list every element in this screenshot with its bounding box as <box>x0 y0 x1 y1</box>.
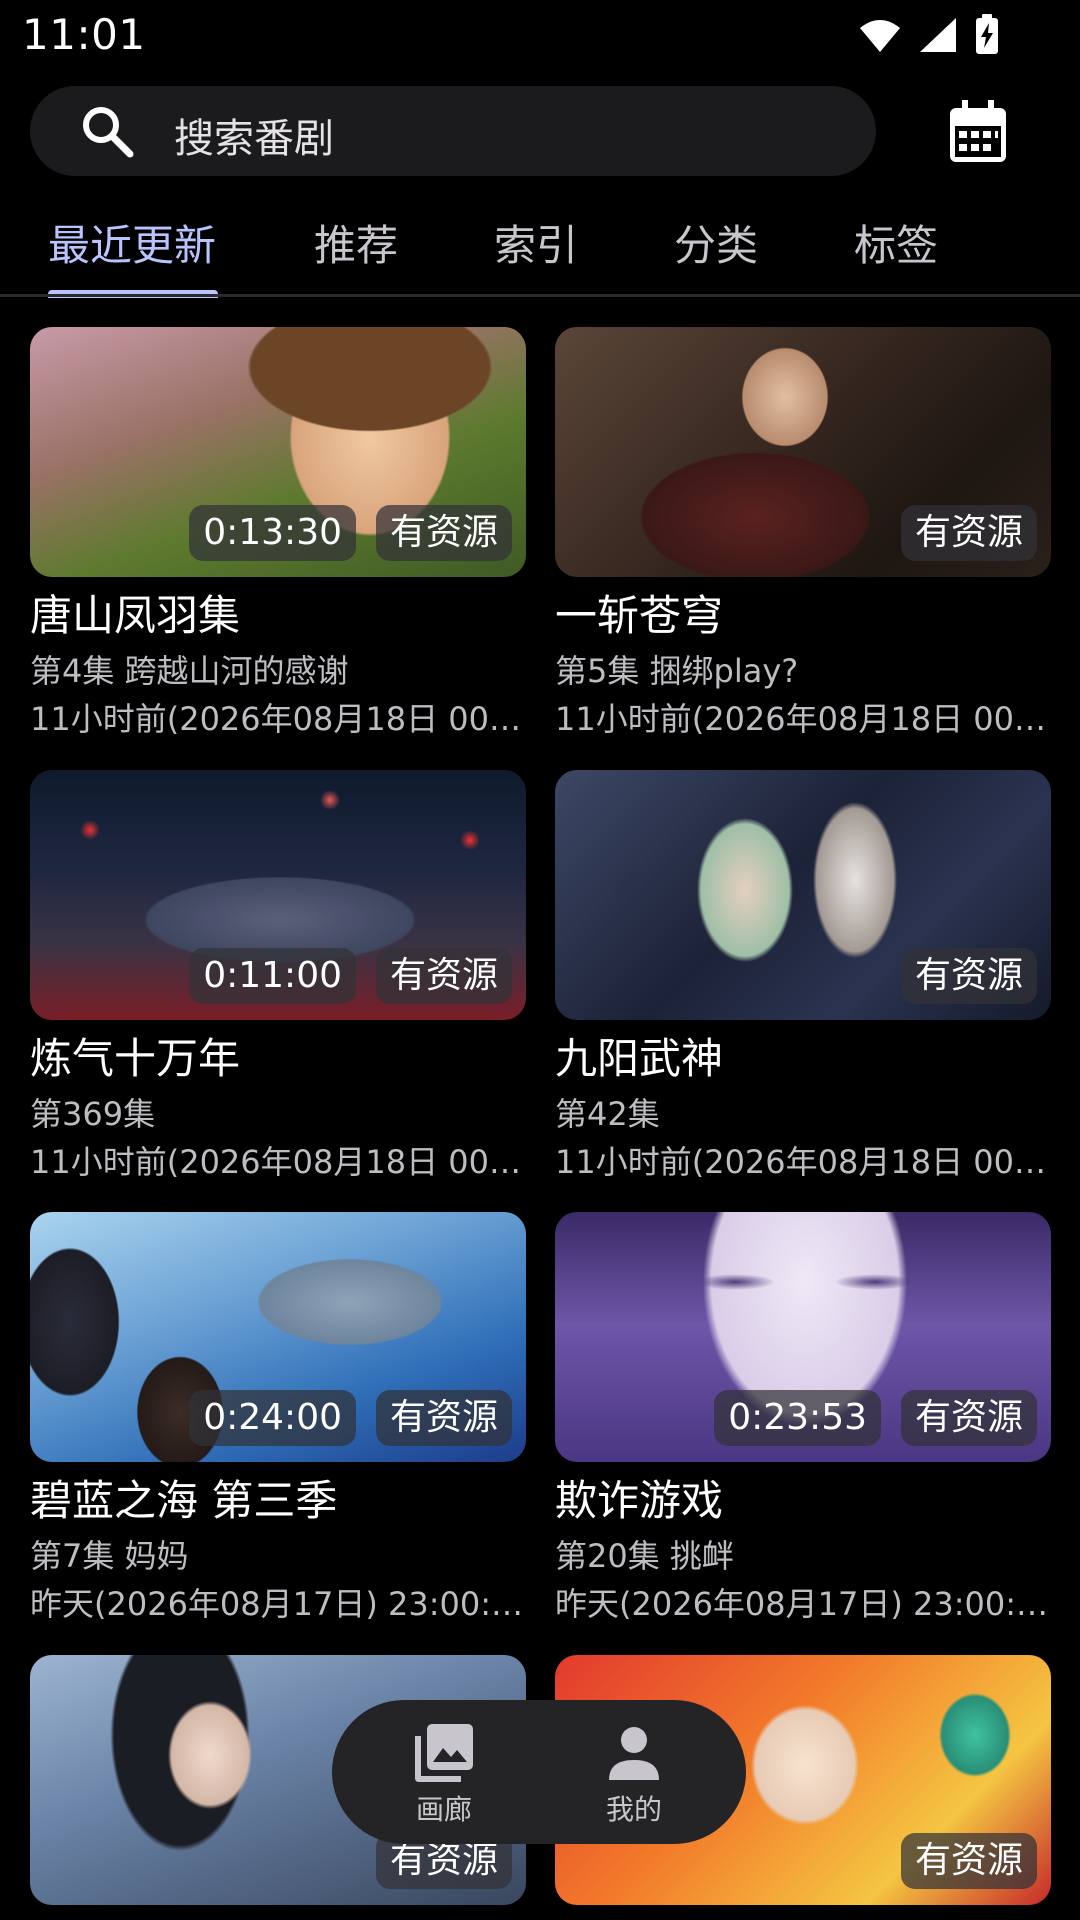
thumbnail: 有资源 <box>555 327 1051 577</box>
calendar-icon <box>948 100 1008 168</box>
card-update-time: 昨天(2026年08月17日) 23:00:00 <box>555 1585 1051 1623</box>
tab-bar: 最近更新 推荐 索引 分类 标签 <box>0 190 1080 298</box>
nav-gallery[interactable]: 画廊 <box>384 1722 504 1828</box>
thumbnail: 有资源 <box>555 770 1051 1020</box>
card-title: 欺诈游戏 <box>555 1476 724 1525</box>
status-bar: 11:01 <box>0 0 1080 72</box>
thumbnail: 0:13:30 有资源 <box>30 327 526 577</box>
resource-badge: 有资源 <box>375 948 512 1004</box>
card-title: 炼气十万年 <box>30 1034 241 1083</box>
app-screen: 11:01 搜索番剧 最近更新 推荐 索引 分类 标签 0:13:30 有资源 … <box>0 0 1080 1920</box>
nav-profile[interactable]: 我的 <box>574 1722 694 1828</box>
search-icon <box>78 102 136 160</box>
status-icons <box>858 14 1000 56</box>
search-bar[interactable]: 搜索番剧 <box>30 86 876 176</box>
card-episode: 第42集 <box>555 1095 660 1133</box>
card-update-time: 11小时前(2026年08月18日 00:00:00) <box>30 1143 526 1181</box>
resource-badge: 有资源 <box>900 505 1037 561</box>
card-update-time: 11小时前(2026年08月18日 00:00:00) <box>30 700 526 738</box>
duration-badge: 0:11:00 <box>189 948 356 1004</box>
card-title: 碧蓝之海 第三季 <box>30 1476 338 1525</box>
divider <box>0 294 1080 297</box>
card-title: 九阳武神 <box>555 1034 724 1083</box>
card-title: 唐山凤羽集 <box>30 591 241 640</box>
thumbnail: 0:24:00 有资源 <box>30 1212 526 1462</box>
resource-badge: 有资源 <box>900 1833 1037 1889</box>
resource-badge: 有资源 <box>375 505 512 561</box>
search-input[interactable]: 搜索番剧 <box>174 106 334 164</box>
anime-card[interactable]: 0:24:00 有资源 碧蓝之海 第三季 第7集 妈妈 昨天(2026年08月1… <box>30 1212 526 1626</box>
card-update-time: 11小时前(2026年08月18日 00:00:00) <box>555 1143 1051 1181</box>
card-update-time: 昨天(2026年08月17日) 23:00:00 <box>30 1585 526 1623</box>
nav-gallery-label: 画廊 <box>415 1793 472 1826</box>
thumbnail: 0:11:00 有资源 <box>30 770 526 1020</box>
resource-badge: 有资源 <box>900 948 1037 1004</box>
anime-card[interactable]: 有资源 一斩苍穹 第5集 捆绑play? 11小时前(2026年08月18日 0… <box>555 327 1051 741</box>
anime-card[interactable]: 0:23:53 有资源 欺诈游戏 第20集 挑衅 昨天(2026年08月17日)… <box>555 1212 1051 1626</box>
tab-recommended[interactable]: 推荐 <box>314 212 398 273</box>
calendar-button[interactable] <box>948 100 1008 164</box>
duration-badge: 0:13:30 <box>189 505 356 561</box>
thumbnail: 0:23:53 有资源 <box>555 1212 1051 1462</box>
card-episode: 第369集 <box>30 1095 156 1133</box>
tab-tags[interactable]: 标签 <box>854 212 938 273</box>
anime-card[interactable]: 0:13:30 有资源 唐山凤羽集 第4集 跨越山河的感谢 11小时前(2026… <box>30 327 526 741</box>
person-icon <box>574 1722 694 1784</box>
duration-badge: 0:23:53 <box>714 1390 881 1446</box>
card-episode: 第5集 捆绑play? <box>555 652 799 690</box>
resource-badge: 有资源 <box>900 1390 1037 1446</box>
card-episode: 第4集 跨越山河的感谢 <box>30 652 349 690</box>
card-episode: 第20集 挑衅 <box>555 1537 734 1575</box>
tab-index[interactable]: 索引 <box>494 212 578 273</box>
card-title: 一斩苍穹 <box>555 591 724 640</box>
card-episode: 第7集 妈妈 <box>30 1537 189 1575</box>
tab-categories[interactable]: 分类 <box>674 212 758 273</box>
anime-card[interactable]: 有资源 九阳武神 第42集 11小时前(2026年08月18日 00:00:00… <box>555 770 1051 1184</box>
anime-card[interactable]: 0:11:00 有资源 炼气十万年 第369集 11小时前(2026年08月18… <box>30 770 526 1184</box>
tab-recent-updates[interactable]: 最近更新 <box>48 212 216 273</box>
battery-charging-icon <box>974 14 1000 56</box>
gallery-icon <box>384 1722 504 1784</box>
bottom-navigation: 画廊 我的 <box>332 1700 746 1844</box>
card-update-time: 11小时前(2026年08月18日 00:00:00) <box>555 700 1051 738</box>
nav-profile-label: 我的 <box>605 1793 662 1826</box>
signal-icon <box>918 16 958 54</box>
resource-badge: 有资源 <box>375 1390 512 1446</box>
duration-badge: 0:24:00 <box>189 1390 356 1446</box>
wifi-icon <box>858 16 902 54</box>
status-time: 11:01 <box>22 10 146 59</box>
